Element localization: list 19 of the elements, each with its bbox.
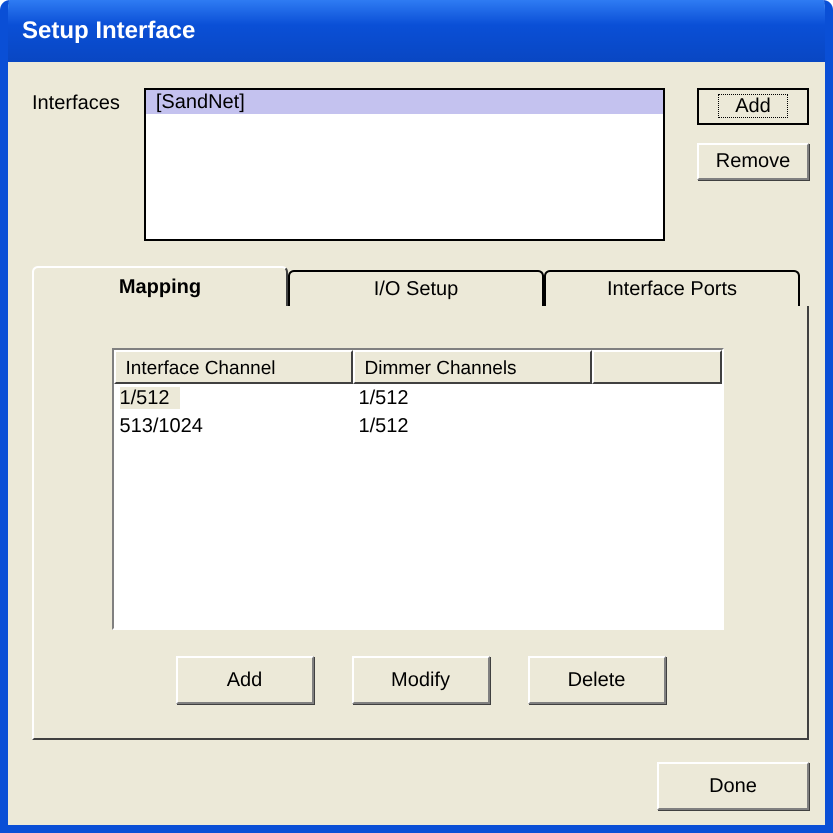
table-cell[interactable]: 1/512 [120, 387, 180, 409]
dialog-button[interactable]: Modify [352, 656, 490, 704]
interface-item[interactable]: [SandNet] [146, 90, 663, 114]
dialog-button[interactable]: Add [176, 656, 314, 704]
dialog-button[interactable]: Remove [697, 143, 809, 180]
tab[interactable]: Interface Ports [544, 270, 800, 306]
table-cell[interactable]: 1/512 [358, 415, 409, 437]
tab[interactable]: I/O Setup [288, 270, 544, 306]
dialog-button[interactable]: Add [697, 88, 809, 125]
interfaces-label: Interfaces [32, 91, 121, 116]
window-title: Setup Interface [22, 17, 196, 45]
tab[interactable]: Mapping [32, 266, 288, 306]
column-header[interactable]: Dimmer Channels [352, 350, 592, 384]
column-header[interactable]: Interface Channel [114, 350, 352, 384]
done-button[interactable]: Done [657, 762, 809, 810]
dialog-button[interactable]: Delete [528, 656, 666, 704]
table-cell[interactable]: 1/512 [358, 387, 409, 409]
table-cell[interactable]: 513/1024 [120, 415, 203, 437]
interfaces-list[interactable]: [SandNet] [144, 88, 665, 241]
